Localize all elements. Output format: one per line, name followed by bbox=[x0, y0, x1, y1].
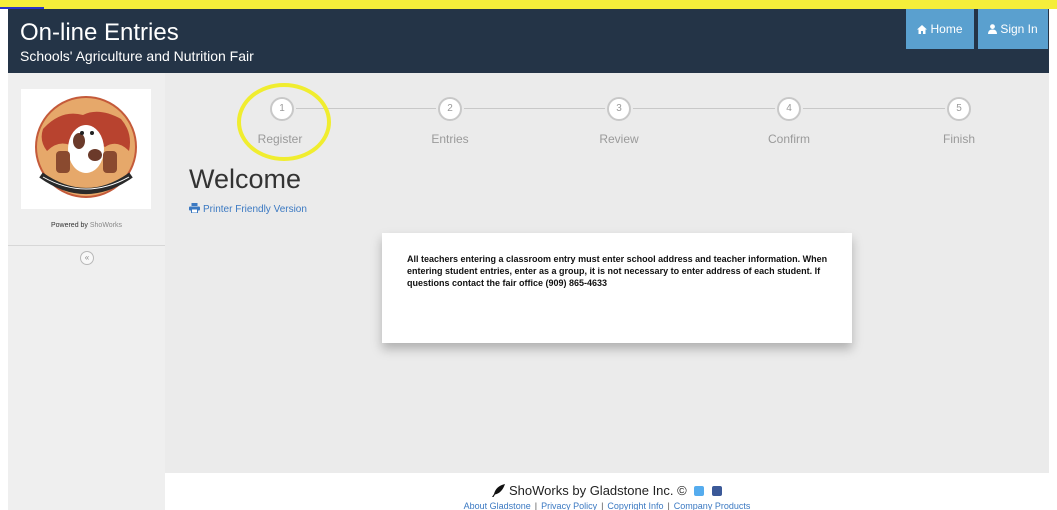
page-title: On-line Entries bbox=[20, 19, 179, 46]
wizard-connector bbox=[803, 108, 945, 109]
get-your-mooove-on-logo-icon bbox=[35, 96, 137, 198]
link-separator: | bbox=[667, 501, 670, 510]
link-separator: | bbox=[601, 501, 604, 510]
sign-in-label: Sign In bbox=[1000, 22, 1038, 36]
notice-card: All teachers entering a classroom entry … bbox=[382, 233, 852, 343]
feather-icon bbox=[492, 484, 506, 497]
wizard-connector bbox=[464, 108, 605, 109]
sign-in-button[interactable]: Sign In bbox=[978, 9, 1048, 49]
page-subtitle: Schools' Agriculture and Nutrition Fair bbox=[20, 48, 254, 64]
footer-brand-line: ShoWorks by Gladstone Inc. © bbox=[165, 483, 1049, 498]
fair-logo bbox=[21, 89, 151, 209]
current-step-highlight-ring bbox=[237, 83, 331, 161]
sidebar: Powered by ShoWorks « bbox=[8, 73, 166, 510]
powered-by-text: Powered by ShoWorks bbox=[8, 222, 165, 229]
copyright-info-link[interactable]: Copyright Info bbox=[607, 501, 663, 510]
about-gladstone-link[interactable]: About Gladstone bbox=[464, 501, 531, 510]
printer-friendly-link[interactable]: Printer Friendly Version bbox=[189, 203, 307, 215]
strip-link[interactable] bbox=[0, 0, 44, 9]
privacy-policy-link[interactable]: Privacy Policy bbox=[541, 501, 597, 510]
home-button[interactable]: Home bbox=[906, 9, 974, 49]
browser-viewport: On-line Entries Schools' Agriculture and… bbox=[8, 9, 1049, 510]
footer-brand: ShoWorks by Gladstone Inc. © bbox=[509, 483, 687, 498]
wizard-step-label-confirm: Confirm bbox=[767, 132, 810, 146]
home-icon bbox=[917, 25, 928, 34]
collapse-sidebar-button[interactable]: « bbox=[80, 251, 94, 265]
link-separator: | bbox=[534, 501, 538, 510]
powered-brand-link[interactable]: ShoWorks bbox=[90, 222, 122, 229]
printer-icon bbox=[189, 203, 200, 214]
wizard-step-4[interactable]: 4 bbox=[777, 97, 801, 121]
facebook-icon[interactable] bbox=[711, 486, 722, 496]
page-footer: ShoWorks by Gladstone Inc. © About Glads… bbox=[165, 473, 1049, 510]
company-products-link[interactable]: Company Products bbox=[674, 501, 751, 510]
wizard-step-label-finish: Finish bbox=[942, 132, 975, 146]
wizard-step-3[interactable]: 3 bbox=[607, 97, 631, 121]
wizard-connector bbox=[633, 108, 775, 109]
printer-friendly-label: Printer Friendly Version bbox=[203, 204, 307, 215]
home-label: Home bbox=[930, 22, 963, 36]
welcome-heading: Welcome bbox=[189, 164, 302, 194]
powered-prefix: Powered by bbox=[50, 222, 88, 229]
footer-links: About Gladstone | Privacy Policy | Copyright… bbox=[165, 501, 1049, 510]
top-highlight-strip bbox=[0, 0, 1057, 9]
wizard-step-2[interactable]: 2 bbox=[438, 97, 462, 121]
notice-text: All teachers entering a classroom entry … bbox=[407, 254, 828, 288]
user-icon bbox=[988, 24, 998, 34]
main-content: 1 2 3 4 5 Register Entries Review Confir… bbox=[165, 73, 1049, 510]
wizard-step-label-review: Review bbox=[599, 132, 639, 146]
wizard-step-label-entries: Entries bbox=[431, 132, 469, 146]
sidebar-divider bbox=[8, 245, 165, 246]
page-header: On-line Entries Schools' Agriculture and… bbox=[8, 9, 1049, 73]
twitter-icon[interactable] bbox=[694, 486, 705, 496]
wizard-step-5[interactable]: 5 bbox=[947, 97, 971, 121]
